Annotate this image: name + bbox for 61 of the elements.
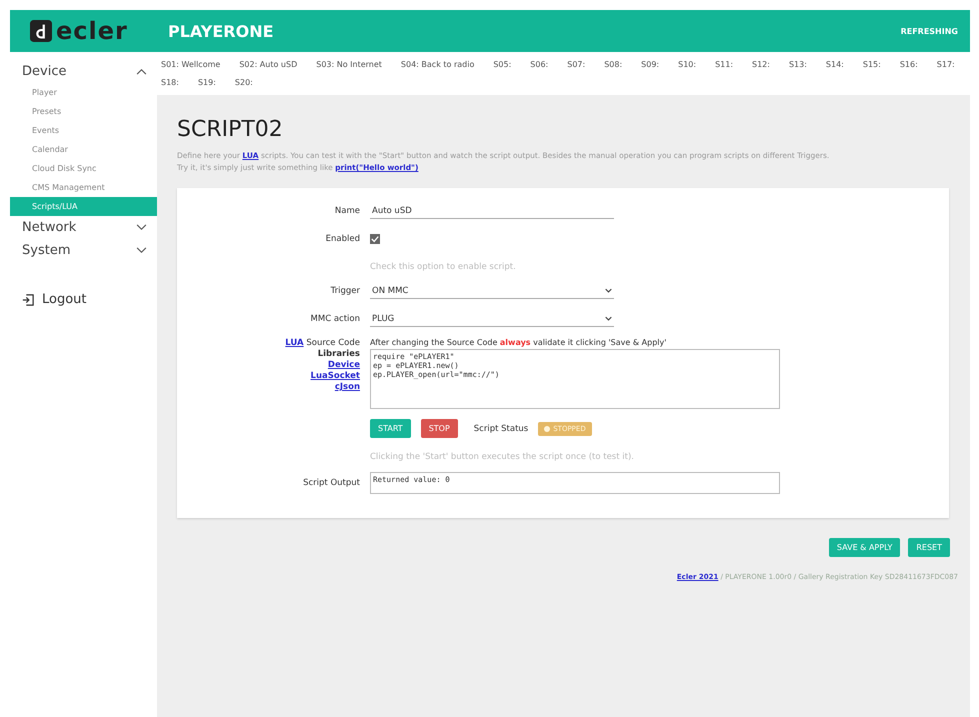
script-tab[interactable]: S10: (678, 60, 696, 69)
field-label: Enabled (324, 234, 360, 244)
sidebar-section[interactable]: System (10, 239, 157, 262)
script-tab[interactable]: S03: No Internet (316, 60, 382, 69)
logout-icon (22, 294, 34, 306)
chevron-icon (136, 68, 147, 75)
status-text: REFRESHING (900, 26, 958, 36)
sidebar-item[interactable]: Player (10, 83, 157, 102)
script-tab[interactable]: S04: Back to radio (400, 60, 474, 69)
stop-button[interactable]: STOP (420, 419, 458, 438)
mmc-action-select[interactable]: PLUG (370, 312, 614, 326)
source-note: After changing the Source Code always validate it clicking 'Save & Apply' (370, 338, 668, 347)
field-label: Trigger (330, 286, 360, 296)
library-link[interactable]: LuaSocket (310, 371, 360, 381)
script-tab[interactable]: S01: Wellcome (161, 60, 220, 69)
script-tab[interactable]: S15: (862, 60, 881, 69)
source-code-label: LUA Source Code (285, 338, 360, 348)
library-link[interactable]: Device (328, 360, 360, 370)
script-tab[interactable]: S17: (936, 60, 955, 69)
sidebar-section[interactable]: Device (10, 60, 157, 83)
script-tab[interactable]: S12: (752, 60, 770, 69)
script-tab[interactable]: S07: (567, 60, 586, 69)
hint-text: Clicking the 'Start' button executes the script once (to test it). (370, 452, 634, 462)
trigger-select[interactable]: ON MMC (370, 284, 614, 298)
script-tab[interactable]: S18: (161, 78, 179, 87)
sidebar-item[interactable]: Calendar (10, 140, 157, 159)
sidebar-item[interactable]: Cloud Disk Sync (10, 159, 157, 178)
caret-icon (605, 288, 612, 293)
script-tab[interactable]: S08: (604, 60, 622, 69)
app-title: PLAYERONE (168, 22, 274, 40)
script-tab[interactable]: S19: (198, 78, 216, 87)
page-title: SCRIPT02 (177, 117, 284, 142)
chevron-icon (136, 247, 147, 254)
lua-link[interactable]: LUA (285, 338, 304, 348)
script-tab[interactable]: S16: (900, 60, 918, 69)
script-tab[interactable]: S13: (788, 60, 807, 69)
hint-text: Check this option to enable script. (370, 262, 516, 272)
script-tab[interactable]: S05: (493, 60, 512, 69)
field-label: Script Output (302, 478, 360, 488)
sidebar-section[interactable]: Network (10, 216, 157, 239)
library-link[interactable]: cJson (334, 382, 360, 392)
chevron-icon (136, 224, 147, 231)
sidebar-item[interactable]: CMS Management (10, 178, 157, 197)
script-tab[interactable]: S11: (715, 60, 734, 69)
script-tab[interactable]: S06: (530, 60, 548, 69)
logo-icon (30, 20, 52, 42)
script-tab[interactable]: S09: (641, 60, 660, 69)
sidebar-item[interactable]: Events (10, 121, 157, 140)
logout-link[interactable]: Logout (42, 292, 87, 307)
caret-icon (605, 316, 612, 321)
sidebar-item[interactable]: Presets (10, 102, 157, 121)
libraries-label: Libraries (318, 349, 360, 359)
field-label: MMC action (310, 314, 360, 324)
script-tab[interactable]: S02: Auto uSD (239, 60, 298, 69)
field-label: Name (334, 206, 360, 216)
logo-text: ecler (56, 17, 128, 45)
status-label: Script Status (474, 424, 528, 434)
enabled-checkbox[interactable] (370, 234, 380, 244)
name-field[interactable]: Auto uSD (370, 204, 614, 218)
script-tab[interactable]: S20: (234, 78, 253, 87)
script-tab[interactable]: S14: (826, 60, 844, 69)
